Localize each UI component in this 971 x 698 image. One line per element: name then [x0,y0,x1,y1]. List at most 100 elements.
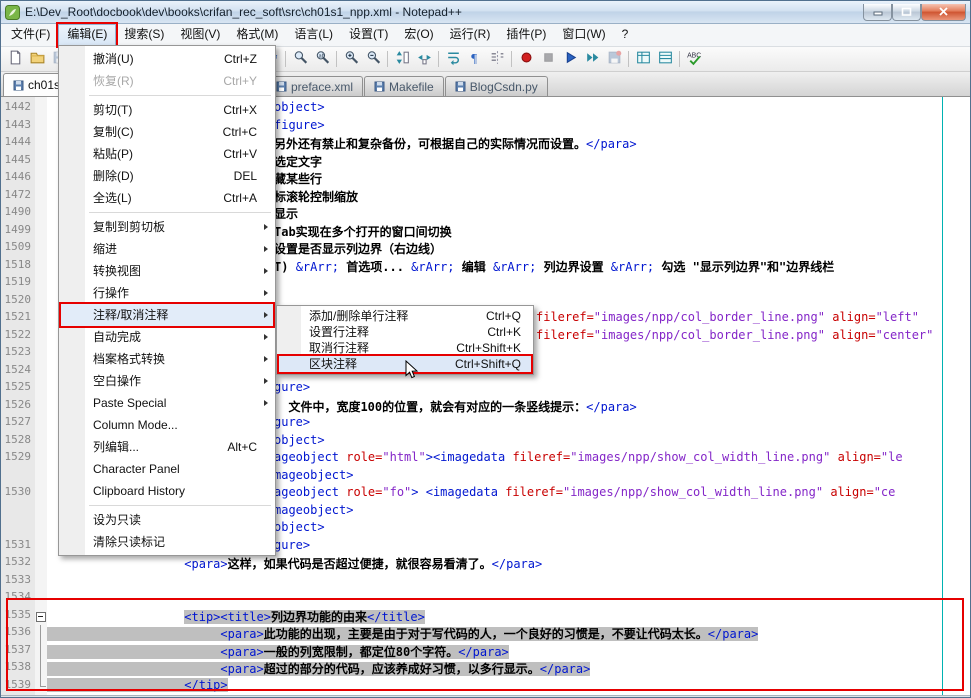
zoom-out-button[interactable] [362,49,384,70]
line-number[interactable]: 1442 [1,100,35,118]
menubar-item-help[interactable]: ? [614,24,637,46]
line-number[interactable]: 1526 [1,398,35,416]
line-number[interactable]: 1472 [1,188,35,206]
line-content[interactable] [47,590,970,608]
stop-recording-button[interactable] [537,49,559,70]
sync-horizontal-scroll-button[interactable] [413,49,435,70]
tab-blogcsdn-py[interactable]: BlogCsdn.py [445,76,548,96]
line-content[interactable] [47,573,970,591]
open-file-button[interactable] [26,49,48,70]
line-number[interactable] [1,503,35,521]
edit-menu-item-copy-to-clipboard[interactable]: 复制到剪切板 [61,216,273,238]
edit-menu-item-column-editor[interactable]: 列编辑...Alt+C [61,436,273,458]
edit-menu-item-comment-uncomment[interactable]: 注释/取消注释 [61,304,273,326]
new-file-button[interactable] [4,49,26,70]
line-number[interactable]: 1535 [1,608,35,626]
line-number[interactable]: 1499 [1,223,35,241]
fold-marker-icon[interactable] [35,608,47,626]
maximize-button[interactable] [892,4,921,21]
find-button[interactable] [289,49,311,70]
menubar-item-format[interactable]: 格式(M) [228,24,286,46]
line-number[interactable]: 1524 [1,363,35,381]
doc-switcher-button[interactable] [632,49,654,70]
line-number[interactable]: 1533 [1,573,35,591]
save-recorded-macro-button[interactable] [603,49,625,70]
line-number[interactable]: 1443 [1,118,35,136]
show-all-characters-button[interactable]: ¶ [464,49,486,70]
line-number[interactable]: 1529 [1,450,35,468]
line-number[interactable]: 1444 [1,135,35,153]
menubar-item-search[interactable]: 搜索(S) [116,24,172,46]
edit-menu-item-set-read-only[interactable]: 设为只读 [61,509,273,531]
line-number[interactable] [1,468,35,486]
edit-menu-item-convert-case[interactable]: 转换视图 [61,260,273,282]
line-number[interactable]: 1509 [1,240,35,258]
playback-macro-button[interactable] [559,49,581,70]
edit-menu-item-redo[interactable]: 恢复(R)Ctrl+Y [61,70,273,92]
line-number[interactable]: 1530 [1,485,35,503]
line-number[interactable]: 1523 [1,345,35,363]
edit-menu-item-paste-special[interactable]: Paste Special [61,392,273,414]
edit-menu-item-clipboard-history[interactable]: Clipboard History [61,480,273,502]
edit-menu-item-blank-operations[interactable]: 空白操作 [61,370,273,392]
tab-makefile[interactable]: Makefile [364,76,444,96]
sync-vertical-scroll-button[interactable] [391,49,413,70]
menubar-item-edit[interactable]: 编辑(E) [58,24,116,46]
edit-menu-item-paste[interactable]: 粘贴(P)Ctrl+V [61,143,273,165]
menubar-item-file[interactable]: 文件(F) [3,24,58,46]
line-number[interactable]: 1522 [1,328,35,346]
menubar-item-macro[interactable]: 宏(O) [396,24,441,46]
line-number[interactable]: 1537 [1,643,35,661]
run-macro-multiple-times-button[interactable] [581,49,603,70]
line-number[interactable]: 1534 [1,590,35,608]
menubar-item-language[interactable]: 语言(L) [286,24,341,46]
line-content[interactable]: </tip> [47,678,970,696]
menubar-item-view[interactable]: 视图(V) [172,24,228,46]
edit-menu-item-line-operations[interactable]: 行操作 [61,282,273,304]
line-number[interactable]: 1446 [1,170,35,188]
comment-submenu-item-single-line-uncomment[interactable]: 取消行注释Ctrl+Shift+K [279,340,531,356]
line-number[interactable] [1,520,35,538]
line-content[interactable]: <para>这样，如果代码是否超过便捷，就很容易看清了。</para> [47,555,970,573]
menubar-item-settings[interactable]: 设置(T) [341,24,396,46]
edit-menu-item-select-all[interactable]: 全选(L)Ctrl+A [61,187,273,209]
comment-submenu-item-toggle-single-line-comment[interactable]: 添加/删除单行注释Ctrl+Q [279,308,531,324]
edit-menu-item-column-mode[interactable]: Column Mode... [61,414,273,436]
edit-menu-item-clear-read-only-flag[interactable]: 清除只读标记 [61,531,273,553]
menubar-item-window[interactable]: 窗口(W) [554,24,613,46]
title-bar[interactable]: E:\Dev_Root\docbook\dev\books\crifan_rec… [1,1,970,24]
line-number[interactable]: 1538 [1,660,35,678]
comment-submenu-item-single-line-comment[interactable]: 设置行注释Ctrl+K [279,324,531,340]
minimize-button[interactable] [863,4,892,21]
menubar-item-run[interactable]: 运行(R) [442,24,499,46]
line-number[interactable]: 1536 [1,625,35,643]
start-recording-button[interactable] [515,49,537,70]
line-number[interactable]: 1519 [1,275,35,293]
line-number[interactable]: 1525 [1,380,35,398]
edit-menu-item-cut[interactable]: 剪切(T)Ctrl+X [61,99,273,121]
line-number[interactable]: 1539 [1,678,35,696]
zoom-in-button[interactable] [340,49,362,70]
replace-button[interactable]: ab [311,49,333,70]
line-number[interactable]: 1518 [1,258,35,276]
edit-menu-item-copy[interactable]: 复制(C)Ctrl+C [61,121,273,143]
line-number[interactable]: 1520 [1,293,35,311]
indent-guide-button[interactable] [486,49,508,70]
comment-submenu-item-block-comment[interactable]: 区块注释Ctrl+Shift+Q [279,356,531,372]
line-number[interactable]: 1531 [1,538,35,556]
spell-check-button[interactable]: ABC [683,49,705,70]
close-button[interactable] [921,4,966,21]
tab-preface-xml[interactable]: preface.xml [266,76,363,96]
menubar-item-plugins[interactable]: 插件(P) [498,24,554,46]
edit-menu-item-delete[interactable]: 删除(D)DEL [61,165,273,187]
edit-menu-item-eol-conversion[interactable]: 档案格式转换 [61,348,273,370]
line-number[interactable]: 1490 [1,205,35,223]
edit-menu-item-indent[interactable]: 缩进 [61,238,273,260]
line-number[interactable]: 1527 [1,415,35,433]
word-wrap-button[interactable] [442,49,464,70]
line-number[interactable]: 1445 [1,153,35,171]
line-content[interactable]: <para>此功能的出现，主要是由于对于写代码的人，一个良好的习惯是，不要让代码… [47,625,970,643]
line-content[interactable]: <tip><title>列边界功能的由来</title> [47,608,970,626]
edit-menu-item-character-panel[interactable]: Character Panel [61,458,273,480]
edit-menu-item-auto-completion[interactable]: 自动完成 [61,326,273,348]
